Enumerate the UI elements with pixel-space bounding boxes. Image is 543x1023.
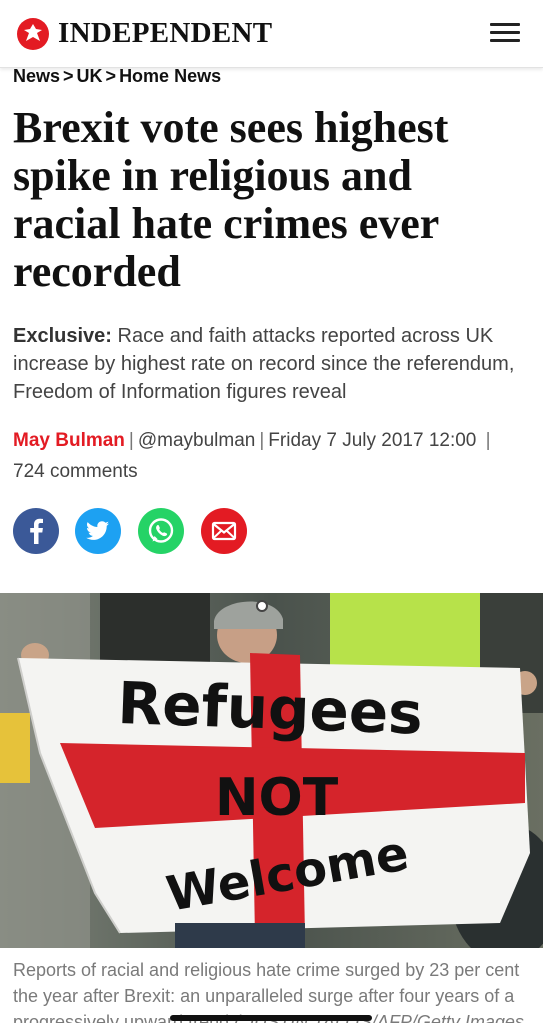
whatsapp-share-button[interactable] (138, 508, 184, 554)
site-logo-text[interactable]: INDEPENDENT (58, 17, 272, 50)
breadcrumb-uk[interactable]: UK (77, 66, 103, 86)
flag-text-line2: NOT (215, 768, 339, 828)
menu-line (490, 39, 520, 42)
breadcrumb-news[interactable]: News (13, 66, 60, 86)
article-standfirst: Exclusive: Race and faith attacks report… (13, 322, 531, 406)
publish-date: Friday 7 July 2017 12:00 (268, 430, 477, 451)
site-header: INDEPENDENT (0, 0, 543, 68)
email-icon (201, 508, 247, 554)
breadcrumb-home-news[interactable]: Home News (119, 66, 221, 86)
eagle-icon-shape (24, 24, 42, 41)
byline-divider: | (480, 430, 491, 451)
whatsapp-icon (138, 508, 184, 554)
article-byline: May Bulman | @maybulman | Friday 7 July 2017… (13, 425, 531, 487)
facebook-share-button[interactable] (13, 508, 59, 554)
author-handle[interactable]: @maybulman (138, 430, 256, 451)
eagle-logo-icon[interactable] (17, 18, 49, 50)
menu-line (490, 23, 520, 26)
comments-link[interactable]: 724 comments (13, 461, 138, 482)
flag-text-line1: Refugees (117, 669, 424, 748)
hamburger-menu-icon[interactable] (490, 23, 520, 47)
article-hero-image[interactable]: Refugees NOT Welcome (0, 593, 543, 948)
standfirst-label: Exclusive: (13, 325, 112, 347)
menu-line (490, 31, 520, 34)
twitter-share-button[interactable] (75, 508, 121, 554)
breadcrumb-separator: > (63, 66, 74, 86)
breadcrumb-separator: > (105, 66, 117, 86)
byline-divider: | (259, 430, 265, 451)
breadcrumb: News > UK > Home News (13, 66, 221, 87)
protest-photo: Refugees NOT Welcome (0, 593, 543, 948)
image-caption: Reports of racial and religious hate cri… (13, 957, 528, 1023)
email-share-button[interactable] (201, 508, 247, 554)
twitter-icon (75, 508, 121, 554)
byline-divider: | (128, 430, 134, 451)
author-link[interactable]: May Bulman (13, 430, 125, 451)
home-indicator[interactable] (170, 1015, 372, 1021)
article-headline: Brexit vote sees highest spike in religi… (13, 103, 449, 296)
facebook-icon (13, 508, 59, 554)
